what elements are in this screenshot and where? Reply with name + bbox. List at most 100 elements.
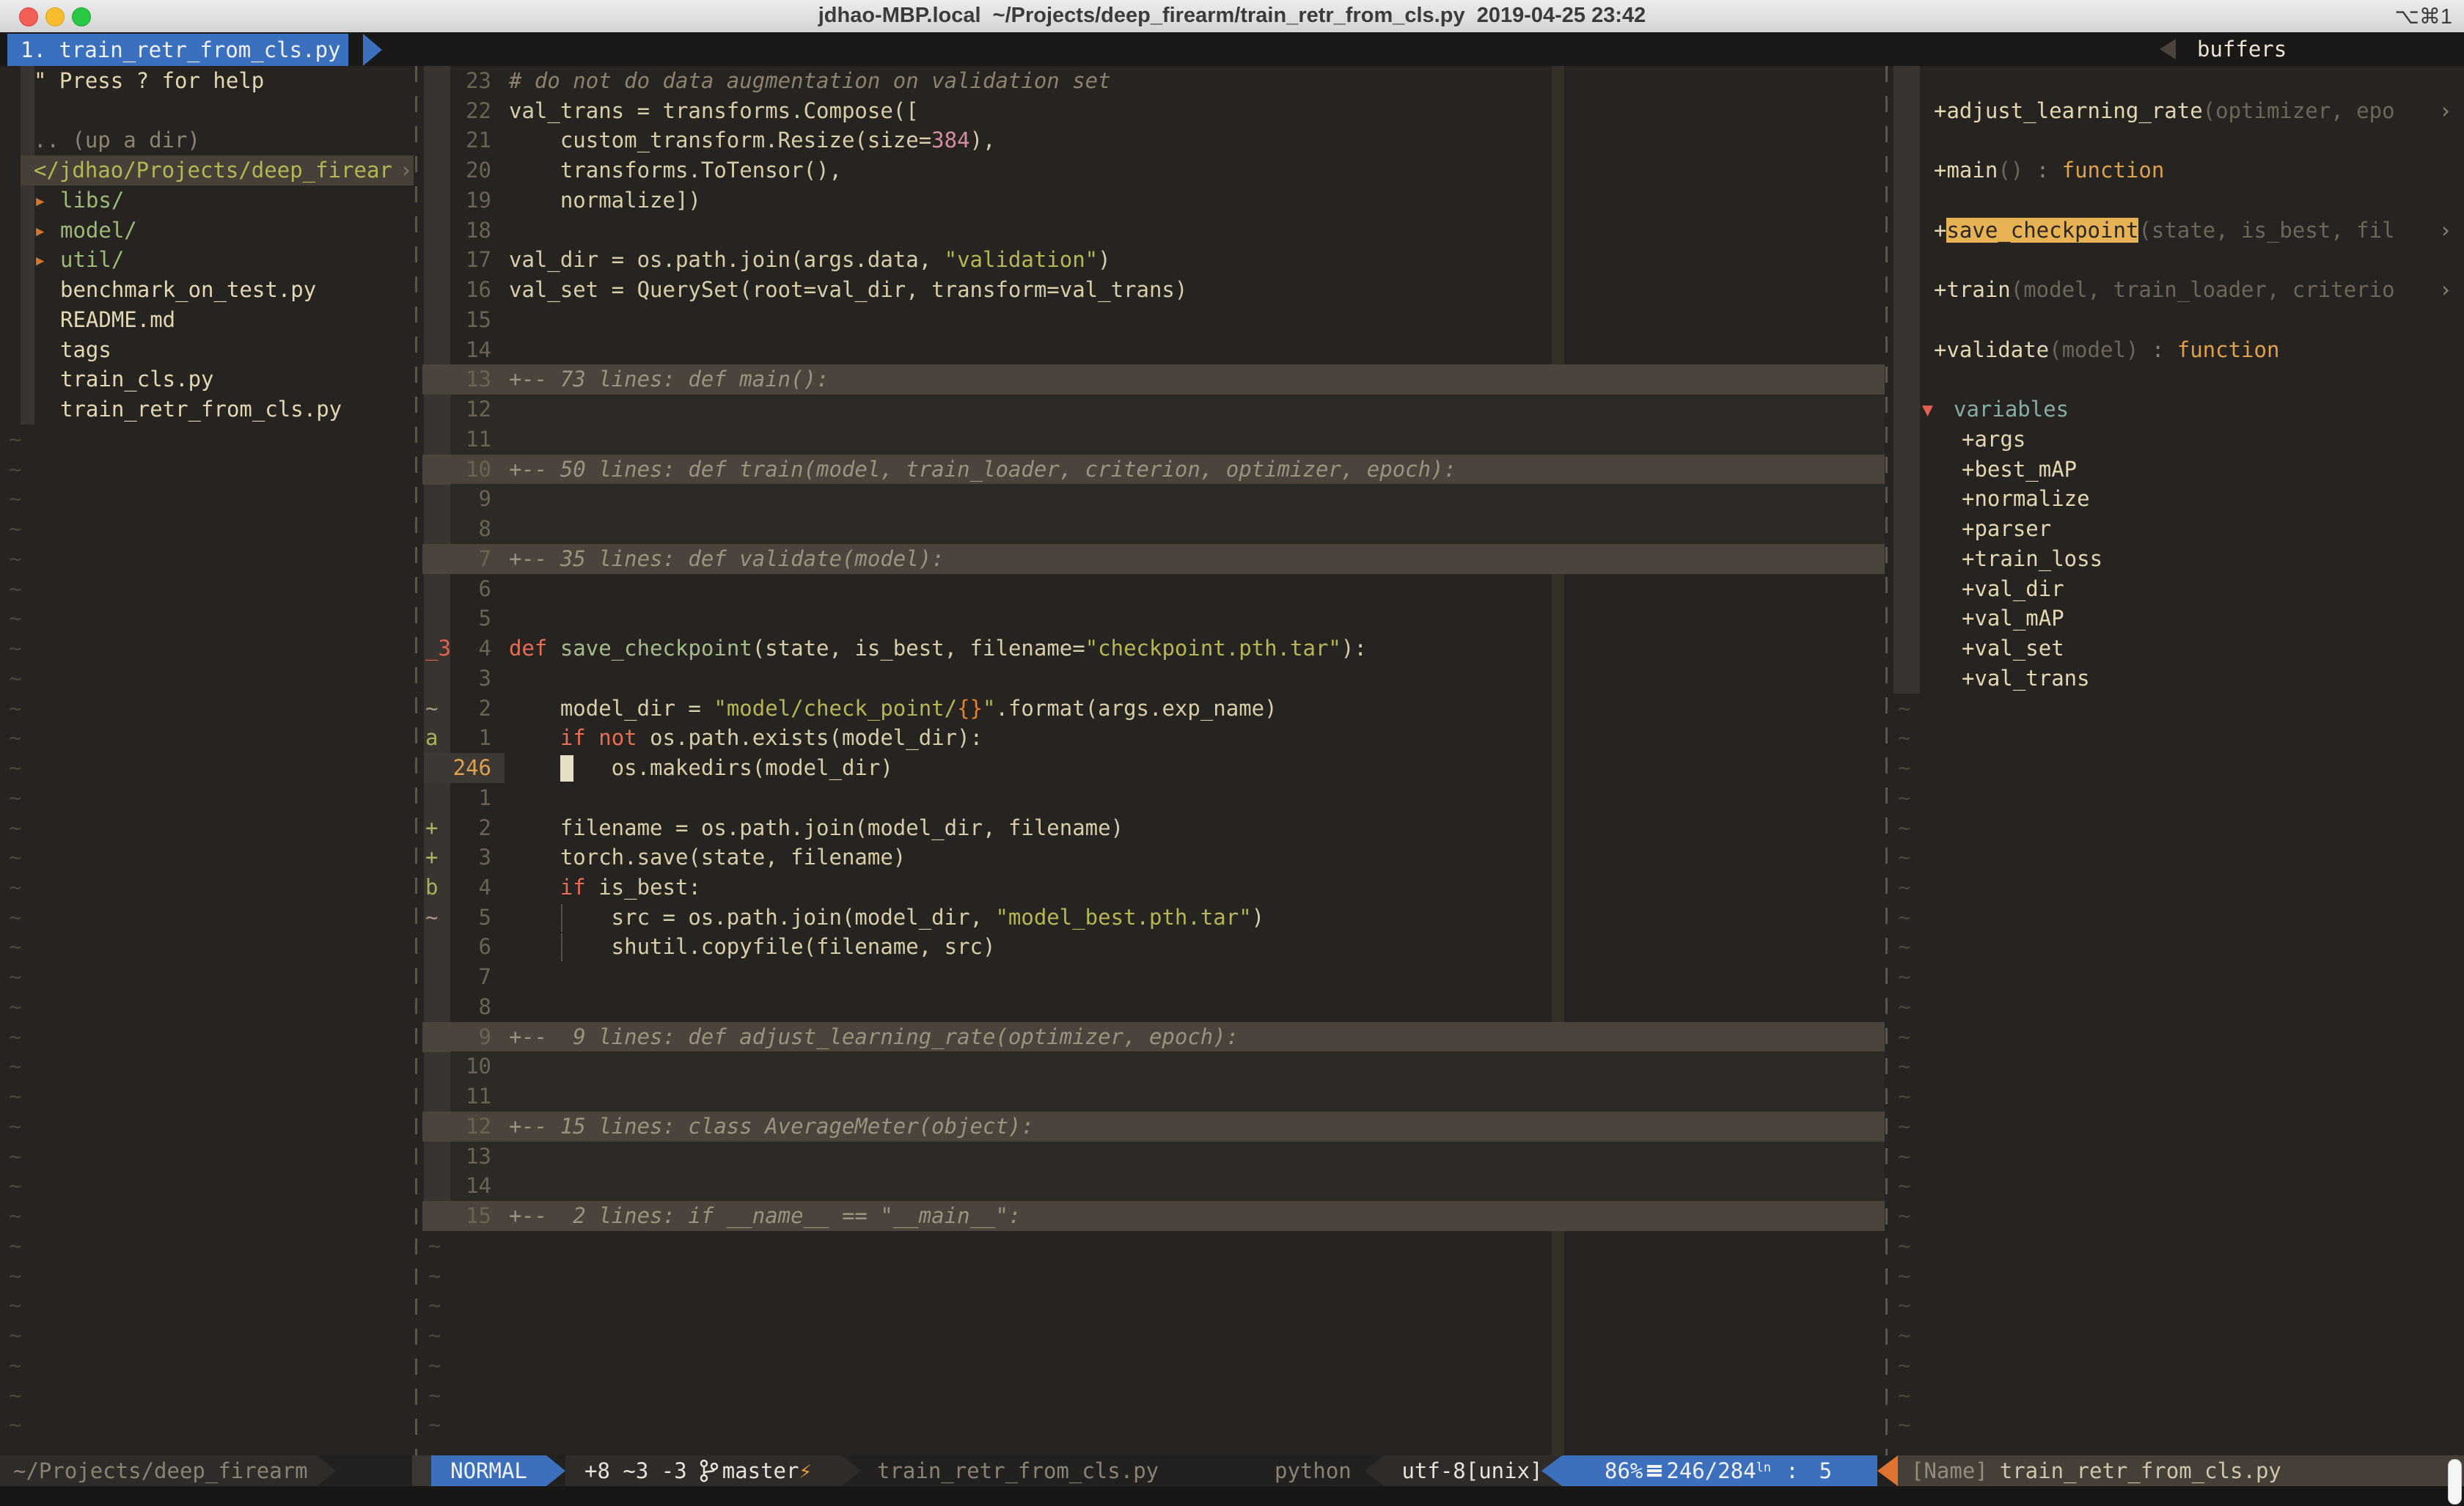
tagbar-item[interactable]: ▼variables <box>0 394 2464 425</box>
code-line[interactable]: 5~ src = os.path.join(model_dir, "model_… <box>0 903 1885 933</box>
code-line[interactable]: 15 <box>0 305 1885 335</box>
git-branch-icon <box>697 1458 719 1484</box>
code-line[interactable]: 21 custom_transform.Resize(size=384), <box>0 125 1885 155</box>
truncation-icon: › <box>2439 96 2452 126</box>
empty-line-marker: ~ <box>1898 813 1910 843</box>
empty-line-marker: ~ <box>1898 1261 1910 1291</box>
code-line[interactable]: 17 val_dir = os.path.join(args.data, "val… <box>0 245 1885 275</box>
tilde-icon: ~ <box>1898 994 1910 1019</box>
empty-line-marker: ~ <box>1898 1381 1910 1411</box>
tagbar-item[interactable]: +val_dir <box>0 574 2464 604</box>
statusline-spacer <box>412 1455 431 1486</box>
code-line[interactable]: 10 <box>0 1051 1885 1081</box>
tag-args: (model) <box>2049 337 2138 362</box>
code-line[interactable]: 2~ model_dir = "model/check_point/{}".fo… <box>0 694 1885 724</box>
code-line[interactable]: 6 shutil.copyfile(filename, src) <box>0 932 1885 962</box>
tagbar-item[interactable]: +val_trans <box>0 664 2464 694</box>
empty-line-marker: ~ <box>9 1290 21 1320</box>
tagbar-item[interactable]: +best_mAP <box>0 455 2464 485</box>
tagbar-item[interactable]: +val_set <box>0 633 2464 664</box>
code-line[interactable]: 9+-- 9 lines: def adjust_learning_rate(o… <box>0 1022 1885 1052</box>
tilde-icon: ~ <box>9 1412 21 1437</box>
code-line[interactable]: 13+-- 73 lines: def main(): <box>0 364 1885 394</box>
token: " <box>983 696 995 721</box>
code-line[interactable]: 23# do not do data augmentation on valid… <box>0 66 1885 96</box>
tilde-icon: ~ <box>1898 1383 1910 1408</box>
empty-line-marker: ~ <box>9 1410 21 1440</box>
vim-tabline: 1. train_retr_from_cls.py buffers <box>0 32 2464 66</box>
tagbar-item[interactable]: +args <box>0 425 2464 455</box>
code-line[interactable]: 8 <box>0 992 1885 1022</box>
code-line[interactable]: 3+ torch.save(state, filename) <box>0 842 1885 873</box>
empty-line-marker: ~ <box>1898 903 1910 933</box>
code-text: torch.save(state, filename) <box>509 842 906 873</box>
triangle-down-icon: ▼ <box>1922 394 1933 425</box>
line-number: 8 <box>424 992 491 1022</box>
separator-icon <box>1365 1455 1384 1486</box>
empty-line-marker: ~ <box>9 1381 21 1411</box>
line-number: 1 <box>424 783 491 813</box>
tagbar-item[interactable]: +adjust_learning_rate(optimizer, epo› <box>0 96 2464 126</box>
code-text: filename = os.path.join(model_dir, filen… <box>509 813 1123 843</box>
empty-line-marker: ~ <box>1898 1231 1910 1261</box>
window-title: jdhao-MBP.local ~/Projects/deep_firearm/… <box>0 4 2464 28</box>
gutter-sign: a <box>425 723 438 753</box>
gutter-sign: ~ <box>425 903 438 933</box>
tag-args: (model, train_loader, criterio <box>2011 277 2395 302</box>
code-line[interactable]: 1a if not os.path.exists(model_dir): <box>0 723 1885 753</box>
tag-entry: +save_checkpoint(state, is_best, fil <box>1934 216 2395 246</box>
tagbar-item[interactable]: +save_checkpoint(state, is_best, fil› <box>0 216 2464 246</box>
code-line[interactable]: 2+ filename = os.path.join(model_dir, fi… <box>0 813 1885 843</box>
line-number: 6 <box>424 932 491 962</box>
fold-text: +-- 2 lines: if __name__ == "__main__": <box>509 1201 1021 1231</box>
scrollbar-thumb[interactable] <box>2448 1459 2462 1505</box>
tagbar-item[interactable]: +validate(model) : function <box>0 335 2464 365</box>
token <box>509 875 560 900</box>
tag-name-highlighted: save_checkpoint <box>1946 218 2138 243</box>
line-number: 10 <box>424 1051 491 1081</box>
tab-shortcut-hint: ⌥⌘1 <box>2394 4 2452 29</box>
buffers-label[interactable]: buffers <box>2197 37 2287 62</box>
tagbar-item[interactable]: +normalize <box>0 484 2464 514</box>
tilde-icon: ~ <box>9 1263 21 1288</box>
tagbar-item[interactable]: +val_mAP <box>0 603 2464 633</box>
code-line[interactable]: 12+-- 15 lines: class AverageMeter(objec… <box>0 1112 1885 1142</box>
code-line[interactable]: 246 os.makedirs(model_dir) <box>0 753 1885 783</box>
mode-indicator: NORMAL <box>431 1455 546 1486</box>
git-hunks: +8 ~3 -3 <box>565 1458 687 1483</box>
tagbar-item[interactable]: +parser <box>0 514 2464 544</box>
code-line[interactable]: 14 <box>0 1171 1885 1201</box>
code-line[interactable]: 13 <box>0 1142 1885 1172</box>
airline-statusline: ~/Projects/deep_firearm NORMAL +8 ~3 -3 … <box>0 1455 2464 1486</box>
lines-icon <box>1647 1465 1662 1477</box>
token: val_dir = os.path.join(args.data, <box>509 247 945 272</box>
code-line[interactable]: 15 +-- 2 lines: if __name__ == "__main__"… <box>0 1201 1885 1231</box>
tagbar-item[interactable]: +train(model, train_loader, criterio› <box>0 275 2464 305</box>
code-line[interactable]: 11 <box>0 1081 1885 1112</box>
code-line[interactable]: 7 <box>0 962 1885 992</box>
tilde-icon: ~ <box>1898 1353 1910 1378</box>
tilde-icon: ~ <box>1898 1263 1910 1288</box>
empty-line-marker: ~ <box>1898 753 1910 783</box>
tagbar-item[interactable]: +train_loss <box>0 544 2464 574</box>
tilde-icon: ~ <box>9 1233 21 1258</box>
code-text: custom_transform.Resize(size=384), <box>509 125 995 155</box>
tag-variable: +best_mAP <box>1962 455 2077 485</box>
line-number: 17 <box>424 245 491 275</box>
tilde-icon: ~ <box>9 1323 21 1348</box>
tagbar-item[interactable]: +main() : function <box>0 155 2464 186</box>
code-line[interactable]: 4b if is_best: <box>0 873 1885 903</box>
line-number: 21 <box>424 125 491 155</box>
tilde-icon: ~ <box>1898 1144 1910 1169</box>
tilde-icon: ~ <box>1898 875 1910 900</box>
command-line[interactable] <box>0 1486 2464 1506</box>
code-line[interactable]: 1 <box>0 783 1885 813</box>
line-number: 15 <box>424 1201 491 1231</box>
code-line[interactable]: 19 normalize]) <box>0 186 1885 216</box>
separator-icon <box>842 1455 861 1486</box>
code-text: val_dir = os.path.join(args.data, "valid… <box>509 245 1111 275</box>
empty-line-marker: ~ <box>1898 1320 1910 1351</box>
tag-kind-suffix: function <box>2062 158 2165 183</box>
tab-active[interactable]: 1. train_retr_from_cls.py <box>7 34 348 66</box>
empty-line-marker: ~ <box>428 1261 441 1291</box>
